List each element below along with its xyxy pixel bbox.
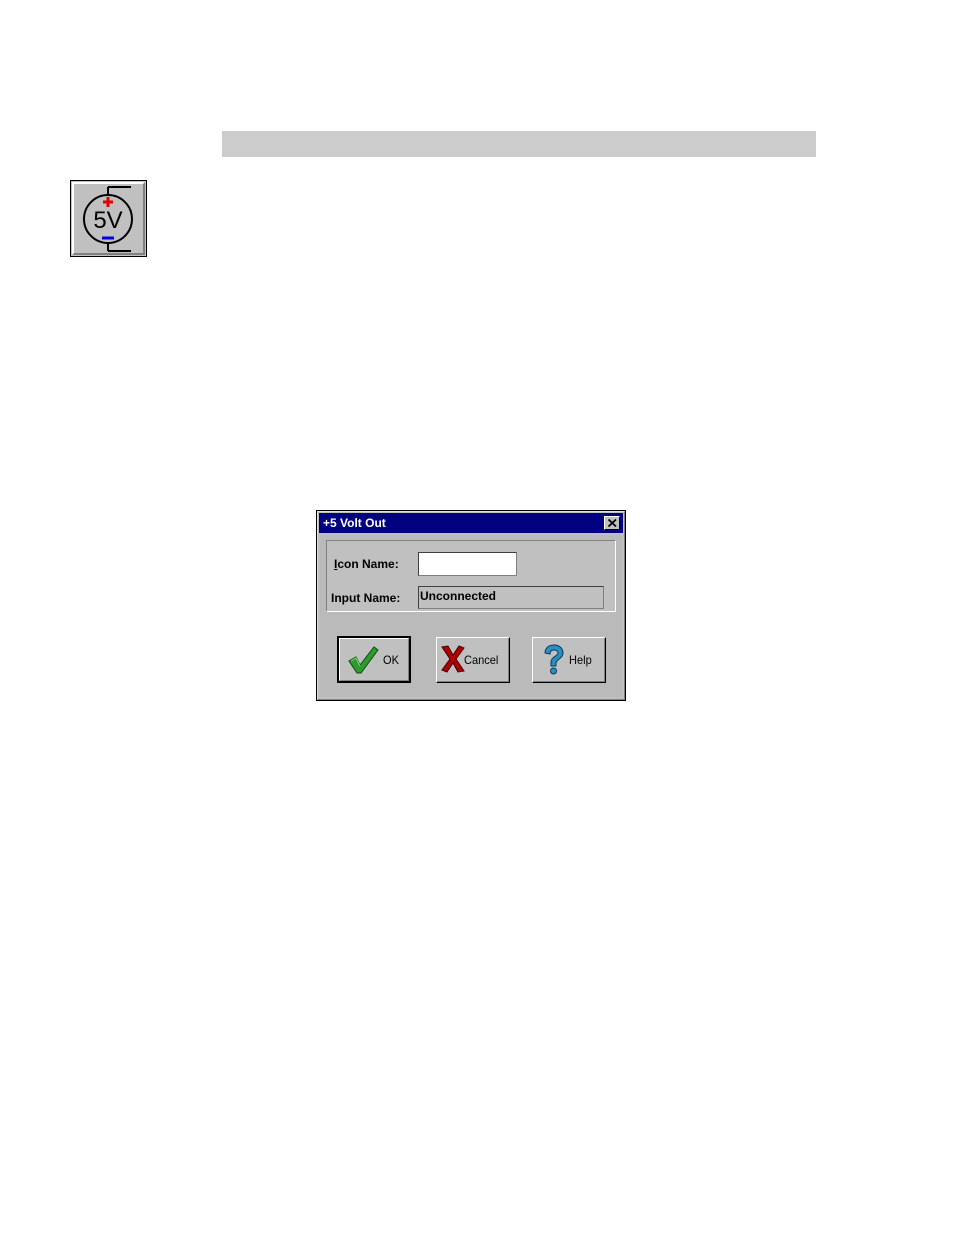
- dialog-body: Icon Name: Input Name: Unconnected OK Ca…: [320, 535, 622, 697]
- icon-name-input[interactable]: [418, 552, 517, 576]
- close-icon: [608, 519, 617, 527]
- fields-panel: Icon Name: Input Name: Unconnected: [326, 540, 616, 612]
- title-bar[interactable]: +5 Volt Out: [319, 513, 623, 533]
- close-button[interactable]: [604, 516, 620, 530]
- header-bar: [222, 131, 816, 157]
- cancel-x-icon: [441, 645, 465, 673]
- input-name-label: Input Name:: [331, 591, 401, 605]
- icon-name-label: Icon Name:: [334, 557, 399, 571]
- input-name-value: Unconnected: [420, 589, 497, 603]
- voltage-source-tool-icon: 5V: [70, 180, 147, 257]
- checkmark-icon: [348, 646, 379, 674]
- cancel-button[interactable]: Cancel: [436, 637, 510, 683]
- help-question-icon: [544, 644, 564, 675]
- help-button[interactable]: Help: [532, 637, 606, 683]
- volt-out-dialog: +5 Volt Out Icon Name: Input Name: Uncon…: [316, 510, 626, 701]
- cancel-button-label: Cancel: [464, 653, 499, 667]
- 5v-voltage-source-icon: 5V: [83, 186, 133, 252]
- input-name-field: Unconnected: [418, 586, 604, 609]
- ok-button[interactable]: OK: [337, 636, 411, 683]
- dialog-title: +5 Volt Out: [323, 516, 386, 530]
- ok-button-label: OK: [383, 653, 399, 667]
- tool-icon-text: 5V: [93, 207, 122, 234]
- help-button-label: Help: [569, 653, 592, 667]
